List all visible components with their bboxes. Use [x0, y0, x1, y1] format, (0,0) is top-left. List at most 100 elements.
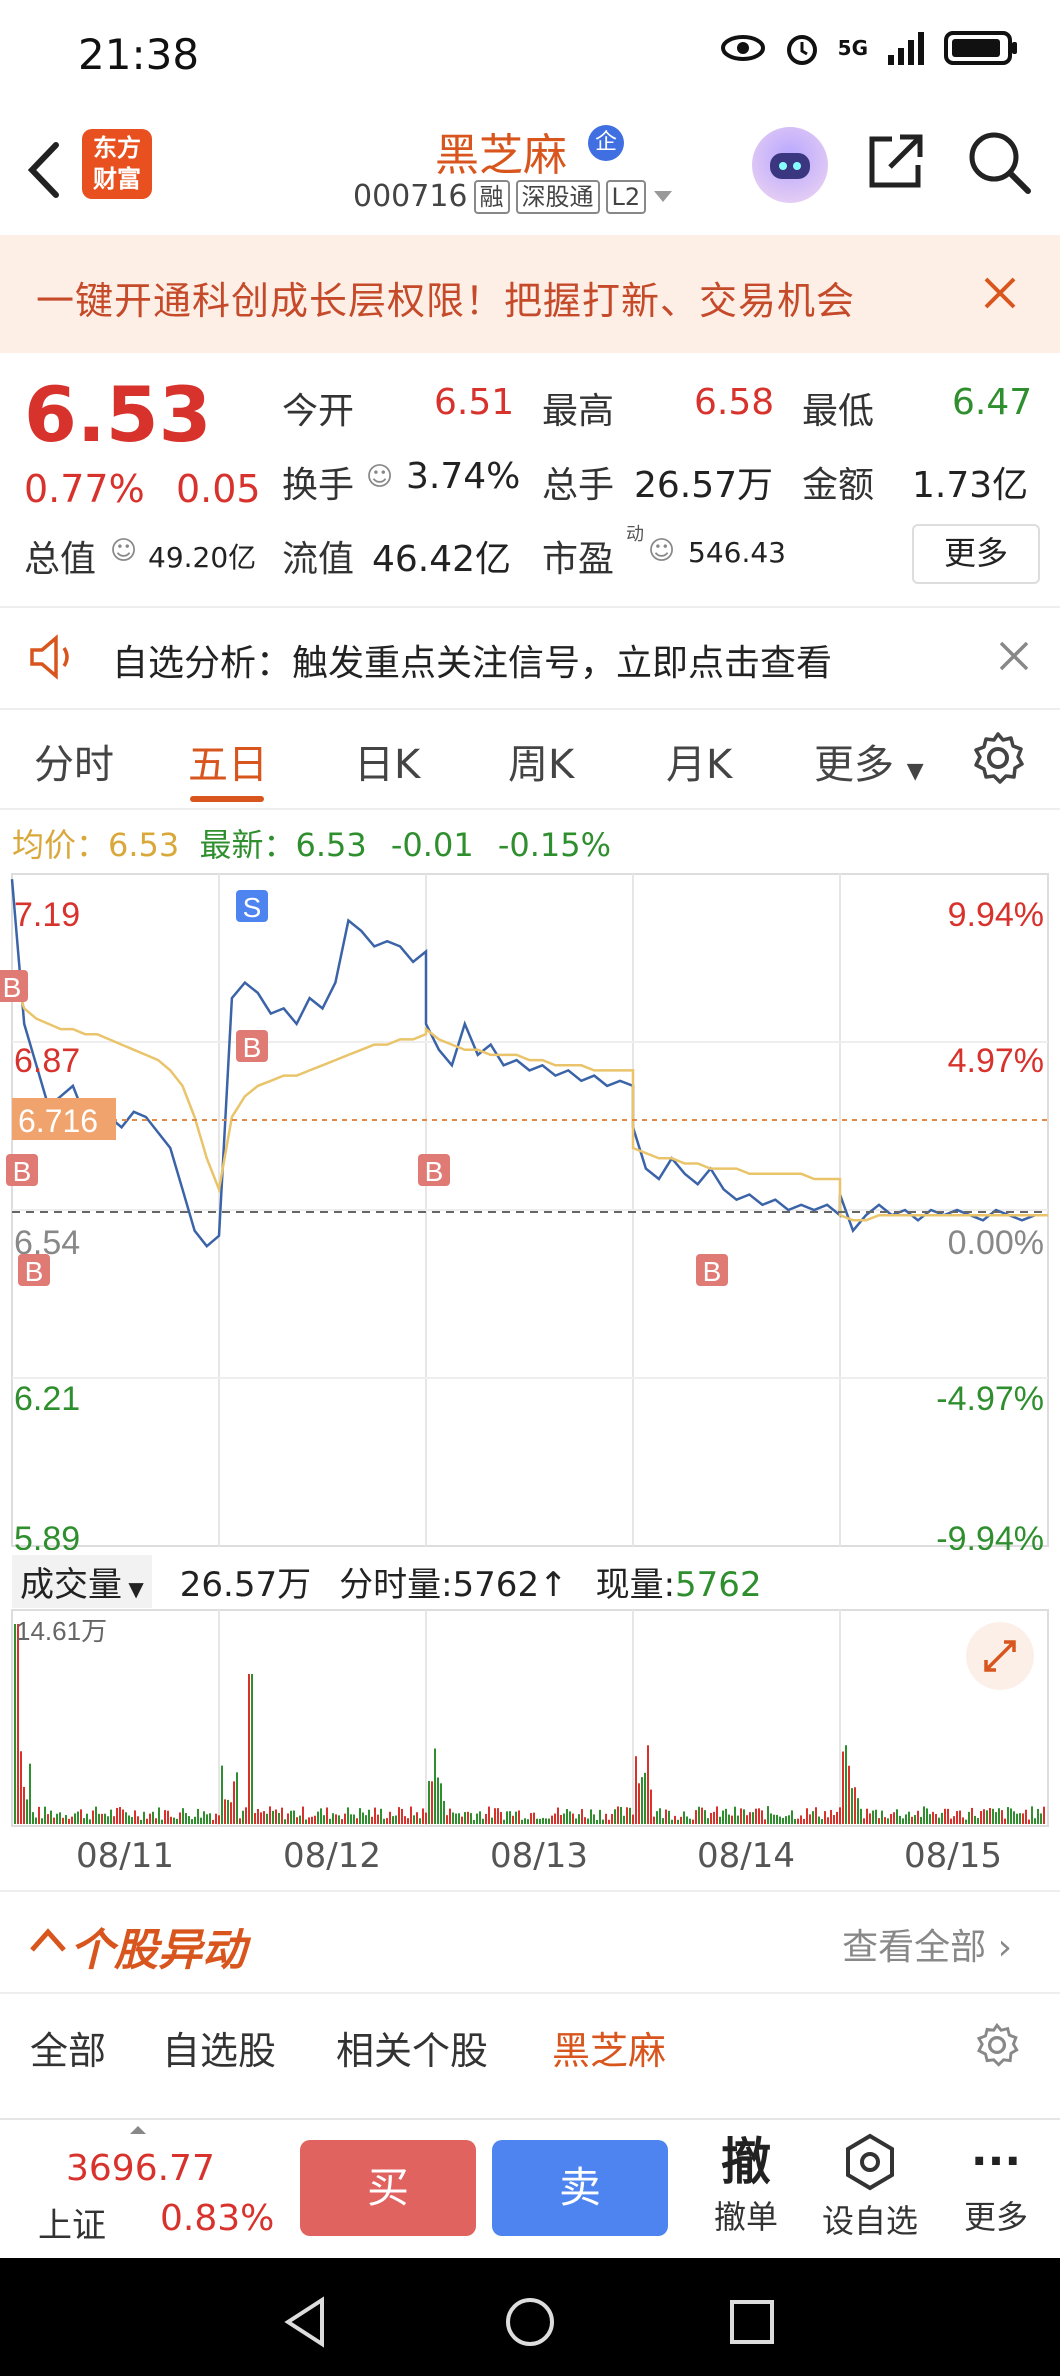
- buy-signal[interactable]: B: [236, 1030, 268, 1063]
- volume-bar: [608, 1819, 610, 1824]
- index-change: 0.83%: [160, 2198, 275, 2239]
- volume-bar: [1028, 1819, 1030, 1824]
- signal-label: B: [703, 1256, 722, 1287]
- volume-bar: [935, 1813, 937, 1824]
- volume-bar: [683, 1811, 685, 1824]
- volume-bar: [407, 1818, 409, 1824]
- more-menu-button[interactable]: ··· 更多: [946, 2132, 1046, 2238]
- tab-monthly-k[interactable]: 月K: [666, 732, 732, 790]
- volume-bar: [584, 1817, 586, 1824]
- buy-signal[interactable]: B: [6, 1154, 38, 1187]
- sell-signal[interactable]: S: [236, 890, 268, 923]
- volume-bar: [128, 1815, 130, 1824]
- volume-bar: [791, 1810, 793, 1824]
- volume-bar: [827, 1817, 829, 1824]
- tab-weekly-k[interactable]: 周K: [508, 732, 574, 790]
- volume-bar: [917, 1810, 919, 1824]
- volume-bar: [674, 1815, 676, 1824]
- buy-button[interactable]: 买: [300, 2140, 476, 2236]
- volume-label: 总手: [542, 465, 615, 506]
- share-icon[interactable]: [864, 129, 928, 193]
- cancel-order-button[interactable]: 撤 撤单: [696, 2132, 796, 2238]
- volume-bar: [272, 1810, 274, 1824]
- volume-bar: [806, 1808, 808, 1824]
- info-icon[interactable]: ☺: [366, 462, 393, 492]
- back-arrow-icon[interactable]: [22, 135, 66, 205]
- buy-signal[interactable]: B: [18, 1254, 50, 1287]
- y-tick-right: 4.97%: [948, 1042, 1044, 1080]
- battery-icon: [944, 31, 1017, 65]
- logo-text-1: 东方: [93, 134, 141, 162]
- movement-subtabs: 全部 自选股 相关个股 黑芝麻: [0, 2010, 1060, 2090]
- volume-bar: [101, 1813, 103, 1824]
- date-label: 08/12: [283, 1836, 381, 1876]
- sell-button[interactable]: 卖: [492, 2140, 668, 2236]
- dropdown-icon[interactable]: [652, 189, 674, 205]
- buy-signal[interactable]: B: [418, 1154, 450, 1187]
- volume-bar: [479, 1811, 481, 1824]
- stock-subline[interactable]: 000716 融 深股通 L2: [353, 179, 674, 214]
- view-all-link[interactable]: 查看全部 ›: [842, 1918, 1012, 1970]
- low-value: 6.47: [952, 382, 1033, 423]
- buy-signal[interactable]: B: [0, 970, 28, 1003]
- tab-more[interactable]: 更多 ▼: [814, 732, 924, 790]
- volume-bar: [326, 1807, 328, 1824]
- nav-back-icon[interactable]: [282, 2296, 330, 2348]
- settings-icon[interactable]: [974, 2022, 1020, 2068]
- volume-bar: [875, 1809, 877, 1824]
- volume-bar: [356, 1818, 358, 1824]
- settings-icon[interactable]: [970, 730, 1026, 786]
- volume-bar: [620, 1806, 622, 1824]
- volume-bar: [863, 1818, 865, 1824]
- buy-signal[interactable]: B: [696, 1254, 728, 1287]
- app-logo[interactable]: 东方 财富: [82, 129, 152, 199]
- set-watchlist-button[interactable]: 设自选: [820, 2132, 920, 2242]
- volume-bar: [512, 1815, 514, 1824]
- subtab-all[interactable]: 全部: [30, 2020, 106, 2075]
- volume-selector[interactable]: 成交量 ▼: [12, 1555, 152, 1608]
- info-icon[interactable]: ☺: [648, 536, 675, 566]
- subtab-related[interactable]: 相关个股: [336, 2020, 488, 2075]
- analysis-alert[interactable]: 自选分析：触发重点关注信号，立即点击查看: [0, 606, 1060, 710]
- info-icon[interactable]: ☺: [110, 536, 137, 566]
- volume-bar: [677, 1819, 679, 1824]
- status-time: 21:38: [78, 30, 200, 79]
- volume-chart[interactable]: 14.61万: [0, 1606, 1060, 1828]
- subtab-current-stock[interactable]: 黑芝麻: [552, 2020, 666, 2075]
- latest-label: 最新：: [199, 826, 296, 864]
- float-value: 46.42亿: [372, 539, 512, 580]
- volume-bar: [539, 1818, 541, 1824]
- volume-bar: [989, 1808, 991, 1824]
- nav-home-icon[interactable]: [504, 2296, 556, 2348]
- more-button[interactable]: 更多: [912, 524, 1040, 584]
- tab-intraday[interactable]: 分时: [34, 732, 114, 790]
- volume-bar: [641, 1777, 643, 1824]
- volume-bar: [347, 1807, 349, 1824]
- banner-text: 一键开通科创成长层权限！把握打新、交易机会: [36, 279, 856, 323]
- close-icon[interactable]: [982, 275, 1018, 311]
- speaker-icon: [30, 634, 69, 680]
- nav-recents-icon[interactable]: [728, 2298, 776, 2346]
- tag-connect: 深股通: [515, 179, 600, 214]
- volume-bar: [461, 1816, 463, 1824]
- tab-daily-k[interactable]: 日K: [354, 732, 420, 790]
- volume-bar: [743, 1809, 745, 1824]
- close-icon[interactable]: [998, 640, 1030, 672]
- volume-bar: [890, 1813, 892, 1824]
- promo-banner[interactable]: 一键开通科创成长层权限！把握打新、交易机会: [0, 235, 1060, 353]
- tab-five-day[interactable]: 五日: [188, 732, 268, 790]
- chevron-up-icon[interactable]: [28, 1926, 68, 1954]
- volume-bar: [233, 1781, 235, 1824]
- volume-bar: [803, 1818, 805, 1824]
- volume-total: 26.57万: [179, 1565, 312, 1605]
- eye-icon: [720, 35, 765, 61]
- volume-bar: [374, 1807, 376, 1824]
- index-value[interactable]: 3696.77: [66, 2148, 215, 2189]
- volume-bar: [965, 1819, 967, 1824]
- search-icon[interactable]: [966, 129, 1032, 195]
- five-day-price-chart[interactable]: 7.196.876.546.215.899.94%4.97%0.00%-4.97…: [0, 870, 1060, 1550]
- date-label: 08/13: [490, 1836, 588, 1876]
- subtab-watchlist[interactable]: 自选股: [162, 2020, 276, 2075]
- volume-bar: [857, 1798, 859, 1824]
- assistant-avatar[interactable]: [752, 127, 828, 203]
